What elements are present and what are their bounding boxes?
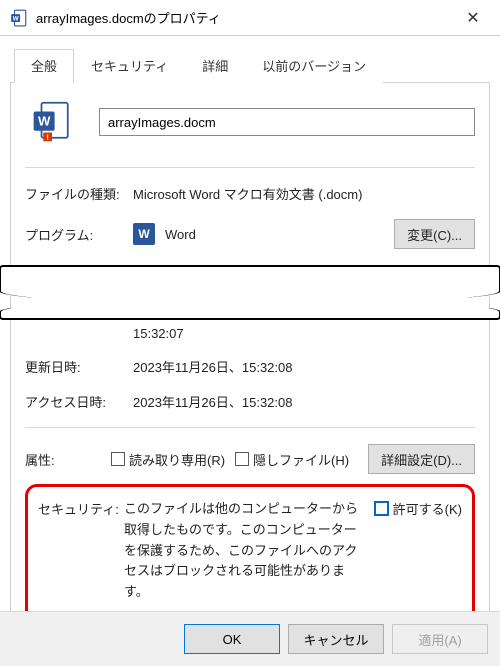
tab-details[interactable]: 詳細 xyxy=(185,49,245,83)
attributes-label: 属性: xyxy=(25,450,111,469)
accessed-value: 2023年11月26日、15:32:08 xyxy=(133,392,475,411)
divider xyxy=(25,167,475,168)
title-bar: W arrayImages.docmのプロパティ ✕ xyxy=(0,0,500,36)
close-button[interactable]: ✕ xyxy=(450,2,496,34)
filetype-label: ファイルの種類: xyxy=(25,184,133,203)
change-program-button[interactable]: 変更(C)... xyxy=(394,219,475,249)
general-pane: W! arrayImages.docm ファイルの種類: Microsoft W… xyxy=(10,83,490,635)
tab-general[interactable]: 全般 xyxy=(14,49,74,83)
checkbox-icon xyxy=(235,452,249,466)
filename-input[interactable]: arrayImages.docm xyxy=(99,108,475,136)
word-macro-document-icon: W! xyxy=(31,101,73,143)
modified-label: 更新日時: xyxy=(25,357,133,376)
svg-text:W: W xyxy=(13,15,19,22)
tab-previous-versions[interactable]: 以前のバージョン xyxy=(245,49,383,83)
modified-value: 2023年11月26日、15:32:08 xyxy=(133,357,475,376)
checkbox-icon xyxy=(374,501,389,516)
advanced-attributes-button[interactable]: 詳細設定(D)... xyxy=(368,444,475,474)
hidden-checkbox-label: 隠しファイル(H) xyxy=(253,450,349,469)
word-app-icon: W xyxy=(133,223,155,245)
tab-security[interactable]: セキュリティ xyxy=(74,49,185,83)
window-title: arrayImages.docmのプロパティ xyxy=(36,8,450,27)
security-label: セキュリティ: xyxy=(38,499,124,603)
svg-text:!: ! xyxy=(46,135,48,142)
unblock-checkbox-label: 許可する(K) xyxy=(393,499,462,518)
filetype-value: Microsoft Word マクロ有効文書 (.docm) xyxy=(133,184,475,203)
apply-button: 適用(A) xyxy=(392,624,488,654)
ok-button[interactable]: OK xyxy=(184,624,280,654)
accessed-label: アクセス日時: xyxy=(25,392,133,411)
tab-bar: 全般 セキュリティ 詳細 以前のバージョン xyxy=(10,48,490,83)
word-document-icon: W xyxy=(10,9,28,27)
security-message: このファイルは他のコンピューターから取得したものです。このコンピューターを保護す… xyxy=(124,499,374,603)
readonly-checkbox-label: 読み取り専用(R) xyxy=(129,450,225,469)
svg-text:W: W xyxy=(38,114,51,129)
redaction-overlay xyxy=(0,265,500,320)
created-value-partial: 15:32:07 xyxy=(133,326,475,341)
readonly-checkbox[interactable]: 読み取り専用(R) xyxy=(111,450,225,469)
unblock-checkbox[interactable]: 許可する(K) xyxy=(374,499,462,603)
hidden-checkbox[interactable]: 隠しファイル(H) xyxy=(235,450,349,469)
program-value: Word xyxy=(165,227,394,242)
cancel-button[interactable]: キャンセル xyxy=(288,624,384,654)
security-highlight-box: セキュリティ: このファイルは他のコンピューターから取得したものです。このコンピ… xyxy=(25,484,475,624)
checkbox-icon xyxy=(111,452,125,466)
divider xyxy=(25,427,475,428)
dialog-footer: OK キャンセル 適用(A) xyxy=(0,611,500,666)
program-label: プログラム: xyxy=(25,225,133,244)
